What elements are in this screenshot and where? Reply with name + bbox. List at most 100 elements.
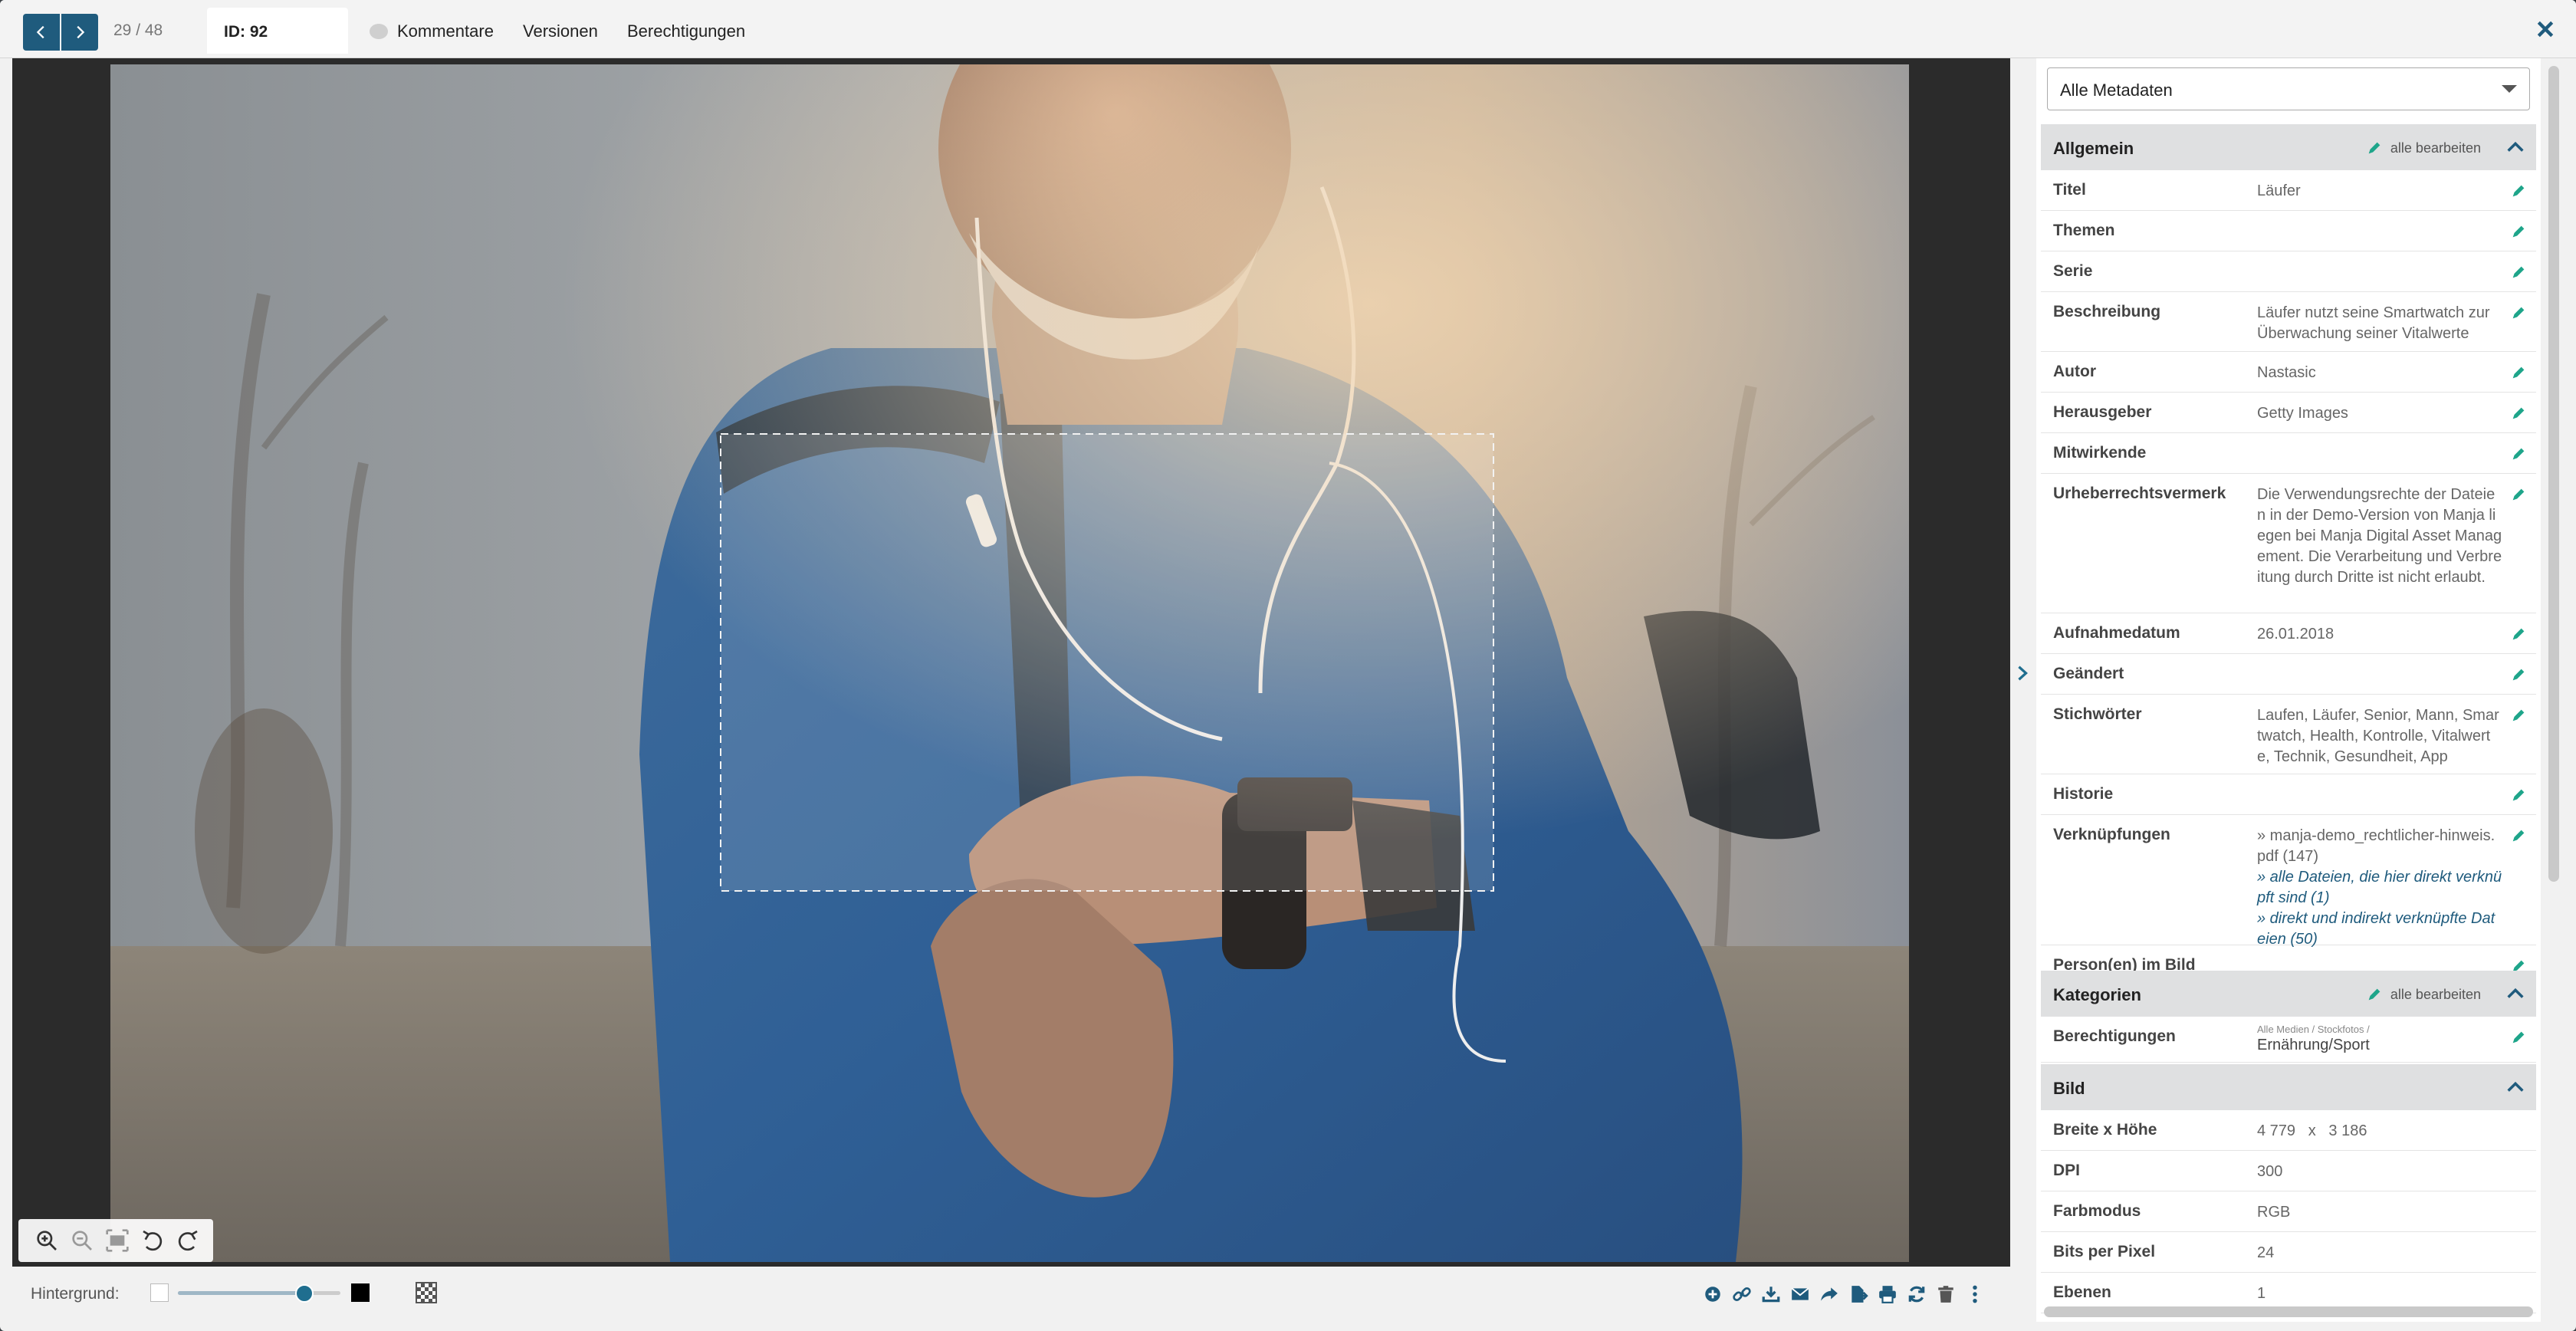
meta-value: » manja-demo_rechtlicher-hinweis.pdf (14… [2257, 826, 2502, 950]
asset-preview-image[interactable] [110, 64, 1909, 1262]
comment-bubble-icon [370, 24, 388, 39]
pencil-icon [2512, 1031, 2525, 1043]
rotate-right-button[interactable] [173, 1226, 202, 1255]
edit-contributors-button[interactable] [2510, 445, 2527, 462]
tab-comments[interactable]: Kommentare [370, 21, 494, 41]
edit-modified-button[interactable] [2510, 666, 2527, 683]
meta-value: Läufer [2257, 182, 2301, 199]
add-button[interactable] [1700, 1280, 1725, 1308]
asset-detail-window: 29 / 48 ID: 92 Kommentare Versionen Bere… [0, 0, 2576, 1331]
meta-row-publisher: Herausgeber Getty Images [2041, 393, 2536, 433]
metadata-horizontal-scrollbar[interactable] [2044, 1306, 2533, 1317]
meta-label: Urheberrechtsvermerk [2053, 485, 2226, 502]
pencil-icon [2512, 307, 2525, 319]
chevron-up-icon[interactable] [2504, 136, 2527, 158]
email-button[interactable] [1788, 1280, 1812, 1308]
meta-label: Geändert [2053, 665, 2124, 682]
edit-all-categories-button[interactable]: alle bearbeiten [2366, 986, 2481, 1003]
linked-file-link[interactable]: » manja-demo_rechtlicher-hinweis.pdf (14… [2257, 826, 2502, 867]
print-button[interactable] [1875, 1280, 1900, 1308]
meta-label: Autor [2053, 363, 2096, 380]
meta-row-topics: Themen [2041, 211, 2536, 251]
edit-publisher-button[interactable] [2510, 405, 2527, 422]
section-general-title: Allgemein [2053, 139, 2134, 158]
edit-author-button[interactable] [2510, 364, 2527, 381]
download-icon [1762, 1287, 1780, 1303]
fit-screen-icon [106, 1229, 129, 1252]
edit-links-button[interactable] [2510, 827, 2527, 844]
rotate-left-button[interactable] [138, 1226, 167, 1255]
section-general-header[interactable]: Allgemein alle bearbeiten [2041, 124, 2536, 170]
pencil-icon [2512, 407, 2525, 419]
more-options-button[interactable] [1963, 1280, 1987, 1308]
meta-label: Aufnahmedatum [2053, 624, 2180, 642]
fit-to-screen-button[interactable] [103, 1226, 132, 1255]
edit-all-label: alle bearbeiten [2390, 986, 2481, 1002]
meta-row-category-permissions: Berechtigungen Alle Medien / Stockfotos … [2041, 1017, 2536, 1063]
zoom-out-button[interactable] [67, 1226, 97, 1255]
delete-button[interactable] [1934, 1280, 1958, 1308]
asset-actions [1700, 1280, 1987, 1308]
edit-all-general-button[interactable]: alle bearbeiten [2366, 140, 2481, 156]
metadata-filter-select[interactable]: Alle Metadaten [2047, 67, 2530, 110]
pencil-icon [2512, 266, 2525, 278]
section-image-title: Bild [2053, 1079, 2085, 1098]
edit-copyright-button[interactable] [2510, 486, 2527, 503]
edit-title-button[interactable] [2510, 182, 2527, 199]
meta-label: Ebenen [2053, 1283, 2111, 1301]
rotate-right-icon [178, 1230, 198, 1251]
edit-series-button[interactable] [2510, 264, 2527, 281]
meta-row-history: Historie [2041, 774, 2536, 815]
zoom-in-button[interactable] [32, 1226, 61, 1255]
meta-row-keywords: Stichwörter Laufen, Läufer, Senior, Mann… [2041, 695, 2536, 774]
metadata-vertical-scrollbar[interactable] [2548, 66, 2559, 882]
share-arrow-icon [1821, 1287, 1838, 1301]
sidebar-toggle-button[interactable] [2010, 659, 2035, 687]
envelope-icon [1791, 1287, 1809, 1300]
export-file-button[interactable] [1846, 1280, 1871, 1308]
edit-category-button[interactable] [2510, 1029, 2527, 1046]
asset-id-label: ID: 92 [224, 23, 268, 41]
pencil-icon [2368, 988, 2380, 1001]
chevron-right-icon [2018, 666, 2028, 681]
meta-label: Serie [2053, 262, 2093, 280]
section-image-header[interactable]: Bild [2041, 1064, 2536, 1110]
direct-links-link[interactable]: » alle Dateien, die hier direkt verknüpf… [2257, 867, 2502, 909]
meta-label: Historie [2053, 785, 2114, 803]
share-button[interactable] [1817, 1280, 1842, 1308]
background-slider[interactable] [178, 1284, 340, 1303]
chevron-up-icon[interactable] [2504, 1076, 2527, 1098]
pencil-icon [2368, 142, 2380, 154]
background-slider-handle[interactable] [295, 1284, 314, 1303]
background-transparent-swatch[interactable] [416, 1282, 437, 1303]
section-categories-header[interactable]: Kategorien alle bearbeiten [2041, 971, 2536, 1017]
meta-value: Alle Medien / Stockfotos / Ernährung/Spo… [2257, 1024, 2502, 1056]
edit-topics-button[interactable] [2510, 223, 2527, 240]
tab-permissions[interactable]: Berechtigungen [627, 21, 745, 41]
chevron-up-icon[interactable] [2504, 983, 2527, 1004]
meta-row-dimensions: Breite x Höhe 4 779 x 3 186 [2041, 1110, 2536, 1151]
indirect-links-link[interactable]: » direkt und indirekt verknüpfte Dateien… [2257, 909, 2502, 950]
edit-keywords-button[interactable] [2510, 707, 2527, 724]
pencil-icon [2512, 628, 2525, 640]
pencil-icon [2512, 488, 2525, 501]
asset-counter: 29 / 48 [113, 21, 163, 39]
background-slider-fill [178, 1291, 305, 1295]
tab-id[interactable]: ID: 92 [207, 8, 348, 54]
background-black-swatch[interactable] [351, 1283, 370, 1302]
meta-label: Beschreibung [2053, 303, 2161, 320]
tab-versions[interactable]: Versionen [523, 21, 598, 41]
background-white-swatch[interactable] [150, 1283, 169, 1302]
next-asset-button[interactable] [61, 14, 98, 51]
edit-capture-date-button[interactable] [2510, 626, 2527, 642]
refresh-button[interactable] [1904, 1280, 1929, 1308]
metadata-filter-value: Alle Metadaten [2060, 81, 2173, 100]
previous-asset-button[interactable] [23, 14, 60, 51]
link-button[interactable] [1730, 1280, 1754, 1308]
edit-description-button[interactable] [2510, 304, 2527, 321]
category-path: Alle Medien / Stockfotos / [2257, 1024, 2370, 1035]
close-button[interactable] [2532, 15, 2559, 43]
download-button[interactable] [1759, 1280, 1783, 1308]
meta-row-copyright: Urheberrechtsvermerk Die Verwendungsrech… [2041, 474, 2536, 613]
edit-history-button[interactable] [2510, 787, 2527, 804]
